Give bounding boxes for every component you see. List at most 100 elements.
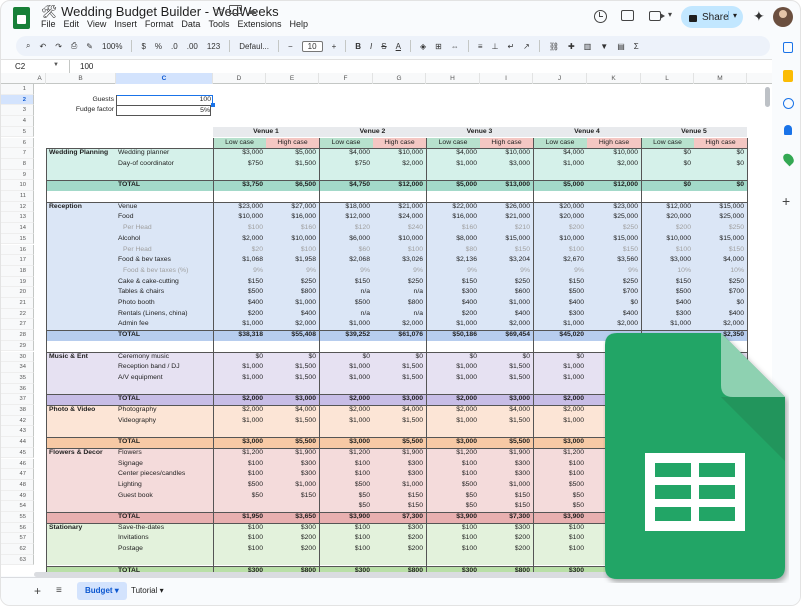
row-header[interactable]: 29 [1, 340, 34, 352]
get-addons-icon[interactable]: + [782, 193, 790, 209]
percent-format-button[interactable]: % [155, 42, 162, 51]
row-header[interactable]: 13 [1, 212, 34, 224]
row-header[interactable]: 14 [1, 223, 34, 234]
vertical-scrollbar[interactable] [765, 87, 770, 107]
row-header[interactable]: 37 [1, 394, 34, 405]
row-header[interactable]: 19 [1, 276, 34, 288]
row-header[interactable]: 34 [1, 362, 34, 373]
sheets-logo-icon[interactable] [13, 7, 30, 29]
menu-insert[interactable]: Insert [114, 19, 137, 29]
insert-chart-icon[interactable]: ▥ [584, 42, 592, 51]
undo-icon[interactable]: ↶ [39, 42, 46, 51]
comments-icon[interactable] [621, 10, 634, 21]
text-color-button[interactable]: A [396, 42, 401, 51]
row-header[interactable]: 1 [1, 84, 34, 95]
row-header[interactable]: 12 [1, 201, 34, 213]
insert-link-icon[interactable]: ⛓ [549, 42, 559, 51]
column-header-e[interactable]: E [266, 73, 319, 84]
star-icon[interactable]: ☆ [214, 4, 225, 18]
text-rotation-icon[interactable]: ↗ [523, 42, 530, 51]
tasks-icon[interactable] [783, 98, 794, 109]
functions-button[interactable]: Σ [634, 42, 639, 51]
row-header[interactable]: 63 [1, 554, 34, 566]
column-header-j[interactable]: J [533, 73, 587, 84]
share-menu-chevron-icon[interactable]: ▾ [727, 11, 737, 20]
merge-cells-icon[interactable]: ⇔ [451, 42, 459, 51]
all-sheets-icon[interactable]: ≡ [56, 585, 62, 596]
row-header[interactable]: 38 [1, 405, 34, 416]
zoom-select[interactable]: 100% [102, 42, 122, 51]
row-header[interactable]: 7 [1, 148, 34, 159]
row-header[interactable]: 42 [1, 415, 34, 427]
font-size-increase-button[interactable]: + [332, 42, 337, 51]
row-header[interactable]: 11 [1, 191, 34, 202]
row-header[interactable]: 35 [1, 372, 34, 384]
move-folder-icon[interactable] [229, 5, 242, 14]
row-header[interactable]: 48 [1, 479, 34, 491]
menu-file[interactable]: File [41, 19, 56, 29]
column-header-g[interactable]: G [373, 73, 426, 84]
name-box-chevron-icon[interactable]: ▼ [53, 62, 59, 68]
row-header[interactable]: 16 [1, 244, 34, 256]
sheet-tab-budget[interactable]: Budget ▾ [77, 582, 127, 600]
row-header[interactable]: 36 [1, 383, 34, 395]
font-select[interactable]: Defaul... [239, 42, 269, 51]
column-header-c[interactable]: C [116, 73, 213, 84]
row-header[interactable]: 4 [1, 116, 34, 127]
row-header[interactable]: 44 [1, 437, 34, 448]
insert-comment-icon[interactable]: ✚ [568, 42, 575, 51]
menu-edit[interactable]: Edit [64, 19, 80, 29]
decrease-decimal-button[interactable]: .0 [171, 42, 178, 51]
row-header[interactable]: 57 [1, 533, 34, 545]
document-title[interactable]: 🛠 Wedding Budget Builder - WedWeeks [41, 4, 279, 20]
row-header[interactable]: 18 [1, 265, 34, 277]
calendar-icon[interactable] [783, 42, 793, 53]
column-header-b[interactable]: B [46, 73, 116, 84]
row-header[interactable]: 3 [1, 105, 34, 117]
menu-format[interactable]: Format [145, 19, 174, 29]
maps-icon[interactable] [781, 151, 796, 167]
avatar[interactable] [773, 7, 793, 27]
row-header[interactable]: 45 [1, 447, 34, 459]
text-wrap-icon[interactable]: ↵ [507, 42, 514, 51]
row-header[interactable]: 21 [1, 298, 34, 309]
font-size-decrease-button[interactable]: − [288, 42, 293, 51]
search-menus-icon[interactable]: ⌕ [26, 41, 30, 51]
horizontal-align-icon[interactable]: ≡ [478, 42, 483, 51]
more-formats-button[interactable]: 123 [207, 42, 220, 51]
row-header[interactable]: 28 [1, 330, 34, 341]
row-header[interactable]: 30 [1, 351, 34, 363]
row-header[interactable]: 22 [1, 308, 34, 320]
sheet-tab-tutorial[interactable]: Tutorial ▾ [123, 582, 172, 600]
vertical-align-icon[interactable]: ⊥ [491, 42, 498, 51]
row-header[interactable]: 8 [1, 158, 34, 170]
column-header-m[interactable]: M [694, 73, 747, 84]
column-header-f[interactable]: F [319, 73, 373, 84]
filter-icon[interactable]: ▼ [600, 42, 608, 51]
row-header[interactable]: 20 [1, 287, 34, 298]
add-sheet-icon[interactable]: + [34, 584, 41, 598]
column-header-a[interactable]: A [34, 73, 46, 84]
paint-format-icon[interactable]: ✎ [86, 42, 93, 51]
contacts-icon[interactable] [784, 125, 792, 135]
row-header[interactable]: 9 [1, 169, 34, 181]
menu-help[interactable]: Help [289, 19, 308, 29]
gemini-sparkle-icon[interactable]: ✦ [753, 8, 765, 25]
version-history-icon[interactable] [594, 10, 607, 23]
column-header-h[interactable]: H [426, 73, 480, 84]
column-header-k[interactable]: K [587, 73, 641, 84]
row-header[interactable]: 2 [1, 94, 34, 106]
strikethrough-button[interactable]: S [381, 42, 386, 51]
row-header[interactable]: 17 [1, 255, 34, 266]
row-header[interactable]: 49 [1, 490, 34, 502]
row-header[interactable]: 54 [1, 501, 34, 512]
row-header[interactable]: 27 [1, 319, 34, 331]
column-header-i[interactable]: I [480, 73, 533, 84]
meet-icon[interactable] [649, 11, 665, 21]
share-button[interactable]: Share ▾ [681, 6, 743, 28]
row-header[interactable]: 10 [1, 180, 34, 191]
print-icon[interactable]: ⎙ [71, 41, 77, 51]
chevron-down-icon[interactable]: ▾ [668, 10, 672, 19]
menu-view[interactable]: View [87, 19, 106, 29]
menu-extensions[interactable]: Extensions [237, 19, 281, 29]
